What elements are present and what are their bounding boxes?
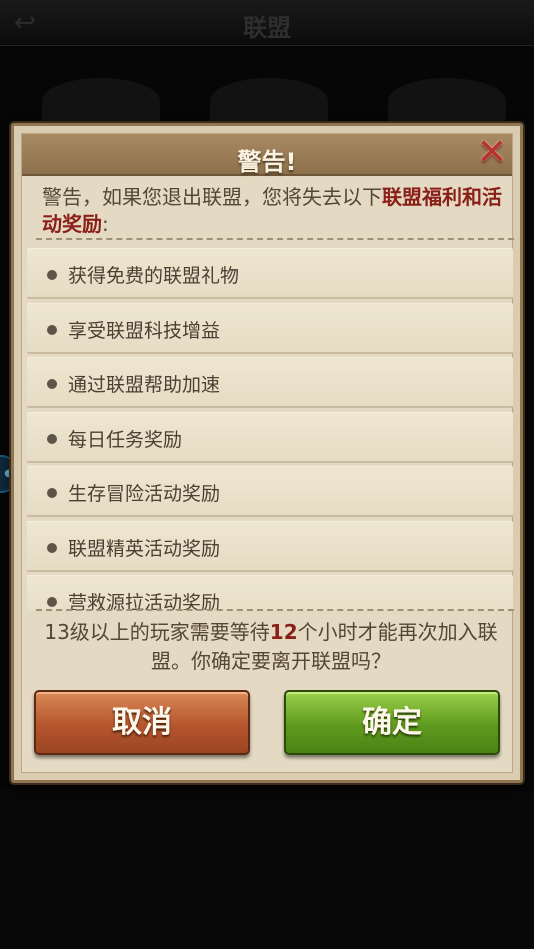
dialog-title: 警告! <box>237 148 297 176</box>
list-item-label: 生存冒险活动奖励 <box>68 483 221 505</box>
warning-prefix: 警告，如果您退出联盟，您将失去以下 <box>42 185 382 209</box>
background-tile <box>210 78 328 124</box>
background-tile <box>388 78 506 124</box>
bullet-dot-icon <box>47 379 57 389</box>
background-title: 联盟 <box>243 14 291 42</box>
list-item: 获得免费的联盟礼物 <box>27 248 513 299</box>
dialog-title-bar: 警告! ✕ <box>22 134 512 176</box>
list-item-label: 享受联盟科技增益 <box>68 320 221 342</box>
bullet-dot-icon <box>47 488 57 498</box>
list-item-label: 通过联盟帮助加速 <box>68 374 221 396</box>
notice-prefix: 13级以上的玩家需要等待 <box>44 620 270 644</box>
list-item: 营救源拉活动奖励 <box>27 575 513 610</box>
rejoin-notice: 13级以上的玩家需要等待12个小时才能再次加入联盟。你确定要离开联盟吗？ <box>38 618 504 676</box>
bullet-dot-icon <box>47 597 57 607</box>
divider <box>36 238 514 240</box>
divider <box>36 609 514 611</box>
list-item-label: 每日任务奖励 <box>68 429 183 451</box>
confirm-button[interactable]: 确定 <box>284 690 500 755</box>
list-item-label: 联盟精英活动奖励 <box>68 538 221 560</box>
list-item-label: 营救源拉活动奖励 <box>68 592 221 610</box>
background-tile <box>42 78 160 124</box>
list-item-label: 获得免费的联盟礼物 <box>68 265 240 287</box>
list-item: 生存冒险活动奖励 <box>27 466 513 517</box>
notice-hours: 12 <box>269 620 298 644</box>
bullet-dot-icon <box>47 434 57 444</box>
benefits-list[interactable]: 获得免费的联盟礼物 享受联盟科技增益 通过联盟帮助加速 每日任务奖励 生存冒险活… <box>27 245 513 610</box>
list-item: 联盟精英活动奖励 <box>27 521 513 572</box>
dialog-body: 警告! ✕ 警告，如果您退出联盟，您将失去以下联盟福利和活动奖励: 获得免费的联… <box>21 133 514 773</box>
bullet-dot-icon <box>47 270 57 280</box>
list-item: 享受联盟科技增益 <box>27 303 513 354</box>
close-icon[interactable]: ✕ <box>474 135 510 171</box>
warning-message: 警告，如果您退出联盟，您将失去以下联盟福利和活动奖励: <box>42 184 508 238</box>
bullet-dot-icon <box>47 543 57 553</box>
background-top-bar: ↩ 联盟 <box>0 0 534 46</box>
background-lower-area <box>0 790 534 949</box>
leave-alliance-dialog: 警告! ✕ 警告，如果您退出联盟，您将失去以下联盟福利和活动奖励: 获得免费的联… <box>11 123 523 783</box>
cancel-button[interactable]: 取消 <box>34 690 250 755</box>
list-item: 每日任务奖励 <box>27 412 513 463</box>
game-screen: ↩ 联盟 ● 警告! ✕ 警告，如果您退出联盟，您将失去以下联盟福利和活动奖励:… <box>0 0 534 949</box>
warning-suffix: : <box>102 212 109 236</box>
bullet-dot-icon <box>47 325 57 335</box>
list-item: 通过联盟帮助加速 <box>27 357 513 408</box>
